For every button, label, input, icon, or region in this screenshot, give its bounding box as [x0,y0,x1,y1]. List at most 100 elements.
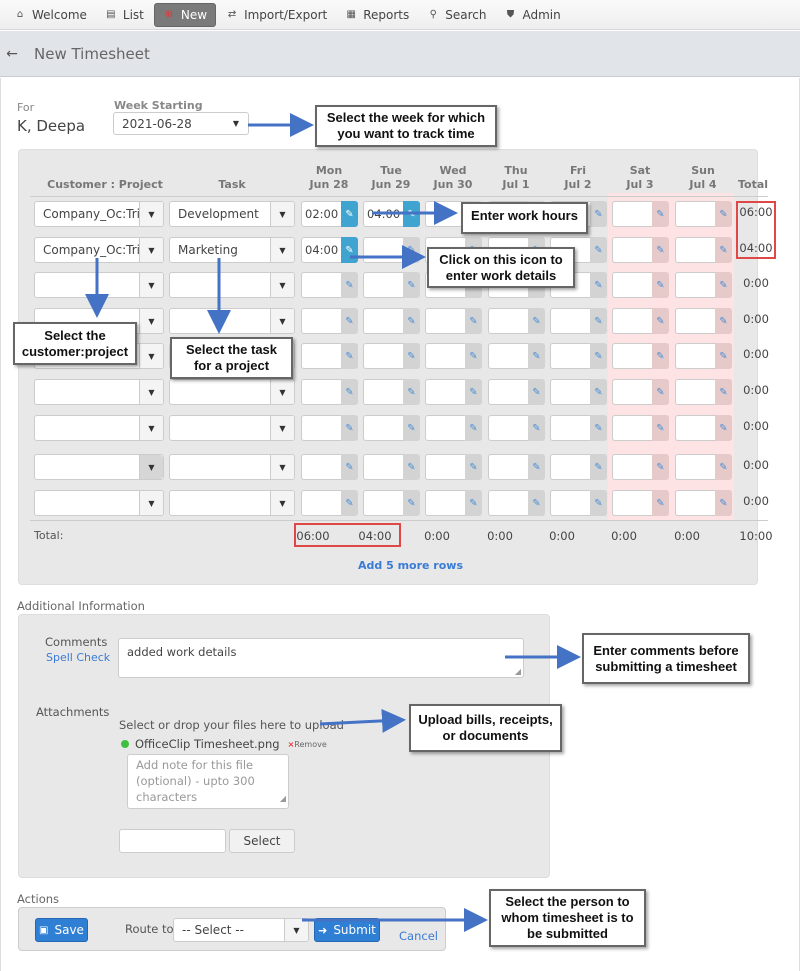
edit-work-details-icon[interactable]: ✎ [341,490,358,516]
edit-work-details-icon[interactable]: ✎ [403,490,420,516]
nav-item-import-export[interactable]: ⇄ Import/Export [218,3,335,27]
edit-work-details-icon[interactable]: ✎ [590,490,607,516]
edit-work-details-icon[interactable]: ✎ [403,308,420,334]
hours-input[interactable] [550,343,590,369]
edit-work-details-icon[interactable]: ✎ [465,379,482,405]
hours-input[interactable] [612,490,652,516]
hours-input[interactable] [363,415,403,441]
customer-project-select[interactable]: ▼ [34,454,164,480]
edit-work-details-icon[interactable]: ✎ [341,415,358,441]
edit-work-details-icon[interactable]: ✎ [715,490,732,516]
nav-item-welcome[interactable]: ⌂ Welcome [6,3,95,27]
hours-input[interactable] [675,237,715,263]
edit-work-details-icon[interactable]: ✎ [652,454,669,480]
hours-input[interactable] [425,379,465,405]
nav-item-new[interactable]: ⊕ New [153,2,217,27]
edit-work-details-icon[interactable]: ✎ [341,272,358,298]
hours-input[interactable]: 04:00 [363,201,403,227]
edit-work-details-icon[interactable]: ✎ [528,379,545,405]
edit-work-details-icon[interactable]: ✎ [528,308,545,334]
hours-input[interactable] [425,415,465,441]
hours-input[interactable]: 02:00 [301,201,341,227]
edit-work-details-icon[interactable]: ✎ [465,343,482,369]
hours-input[interactable] [301,308,341,334]
hours-input[interactable] [675,415,715,441]
hours-input[interactable] [612,379,652,405]
edit-work-details-icon[interactable]: ✎ [590,415,607,441]
edit-work-details-icon[interactable]: ✎ [341,308,358,334]
edit-work-details-icon[interactable]: ✎ [465,415,482,441]
select-file-button[interactable]: Select [229,829,295,853]
remove-file-button[interactable]: ×Remove [288,740,327,749]
task-select[interactable]: ▼ [169,379,295,405]
edit-work-details-icon[interactable]: ✎ [652,379,669,405]
hours-input[interactable] [425,201,465,227]
hours-input[interactable] [488,308,528,334]
hours-input[interactable] [675,454,715,480]
edit-work-details-icon[interactable]: ✎ [341,454,358,480]
hours-input[interactable] [363,379,403,405]
hours-input[interactable] [363,490,403,516]
customer-project-select[interactable]: Company_Oc:Trial▼ [34,237,164,263]
cancel-link[interactable]: Cancel [399,929,438,943]
task-select[interactable]: Marketing ▼ [169,237,295,263]
customer-project-select[interactable]: ▼ [34,272,164,298]
hours-input[interactable] [550,308,590,334]
week-starting-select[interactable]: 2021-06-28 ▼ [113,112,249,135]
hours-input[interactable] [425,454,465,480]
save-button[interactable]: ▣ Save [35,918,88,942]
hours-input[interactable] [363,272,403,298]
hours-input[interactable] [612,454,652,480]
edit-work-details-icon[interactable]: ✎ [652,308,669,334]
edit-work-details-icon[interactable]: ✎ [652,272,669,298]
comments-textarea[interactable]: added work details ◢ [118,638,524,678]
hours-input[interactable] [301,379,341,405]
hours-input[interactable] [612,272,652,298]
edit-work-details-icon[interactable]: ✎ [465,454,482,480]
hours-input[interactable] [301,454,341,480]
hours-input[interactable] [675,379,715,405]
nav-item-admin[interactable]: ⛊ Admin [496,3,568,27]
edit-work-details-icon[interactable]: ✎ [403,272,420,298]
hours-input[interactable] [363,343,403,369]
resize-grip-icon[interactable]: ◢ [280,791,286,807]
edit-work-details-icon[interactable]: ✎ [590,201,607,227]
edit-work-details-icon[interactable]: ✎ [590,308,607,334]
hours-input[interactable] [301,490,341,516]
edit-work-details-icon[interactable]: ✎ [652,201,669,227]
add-more-rows-link[interactable]: Add 5 more rows [358,559,463,572]
hours-input[interactable] [550,490,590,516]
edit-work-details-icon[interactable]: ✎ [652,237,669,263]
edit-work-details-icon[interactable]: ✎ [715,308,732,334]
edit-work-details-icon[interactable]: ✎ [590,272,607,298]
edit-work-details-icon[interactable]: ✎ [341,237,358,263]
edit-work-details-icon[interactable]: ✎ [465,308,482,334]
edit-work-details-icon[interactable]: ✎ [403,237,420,263]
resize-grip-icon[interactable]: ◢ [515,667,521,676]
hours-input[interactable] [301,272,341,298]
edit-work-details-icon[interactable]: ✎ [403,415,420,441]
hours-input[interactable] [363,237,403,263]
hours-input[interactable] [550,415,590,441]
task-select[interactable]: ▼ [169,272,295,298]
hours-input[interactable] [612,237,652,263]
hours-input[interactable] [488,454,528,480]
edit-work-details-icon[interactable]: ✎ [341,379,358,405]
edit-work-details-icon[interactable]: ✎ [652,490,669,516]
route-to-select[interactable]: -- Select -- ▼ [173,918,309,942]
hours-input[interactable] [675,490,715,516]
hours-input[interactable] [612,201,652,227]
nav-item-reports[interactable]: ▦ Reports [337,3,417,27]
hours-input[interactable] [425,308,465,334]
edit-work-details-icon[interactable]: ✎ [528,343,545,369]
edit-work-details-icon[interactable]: ✎ [652,343,669,369]
hours-input[interactable] [550,454,590,480]
back-arrow-icon[interactable]: ← [2,46,22,62]
hours-input[interactable] [675,201,715,227]
hours-input[interactable] [675,343,715,369]
spell-check-link[interactable]: Spell Check [46,651,110,664]
edit-work-details-icon[interactable]: ✎ [341,343,358,369]
hours-input[interactable] [612,343,652,369]
edit-work-details-icon[interactable]: ✎ [715,237,732,263]
hours-input[interactable] [301,415,341,441]
